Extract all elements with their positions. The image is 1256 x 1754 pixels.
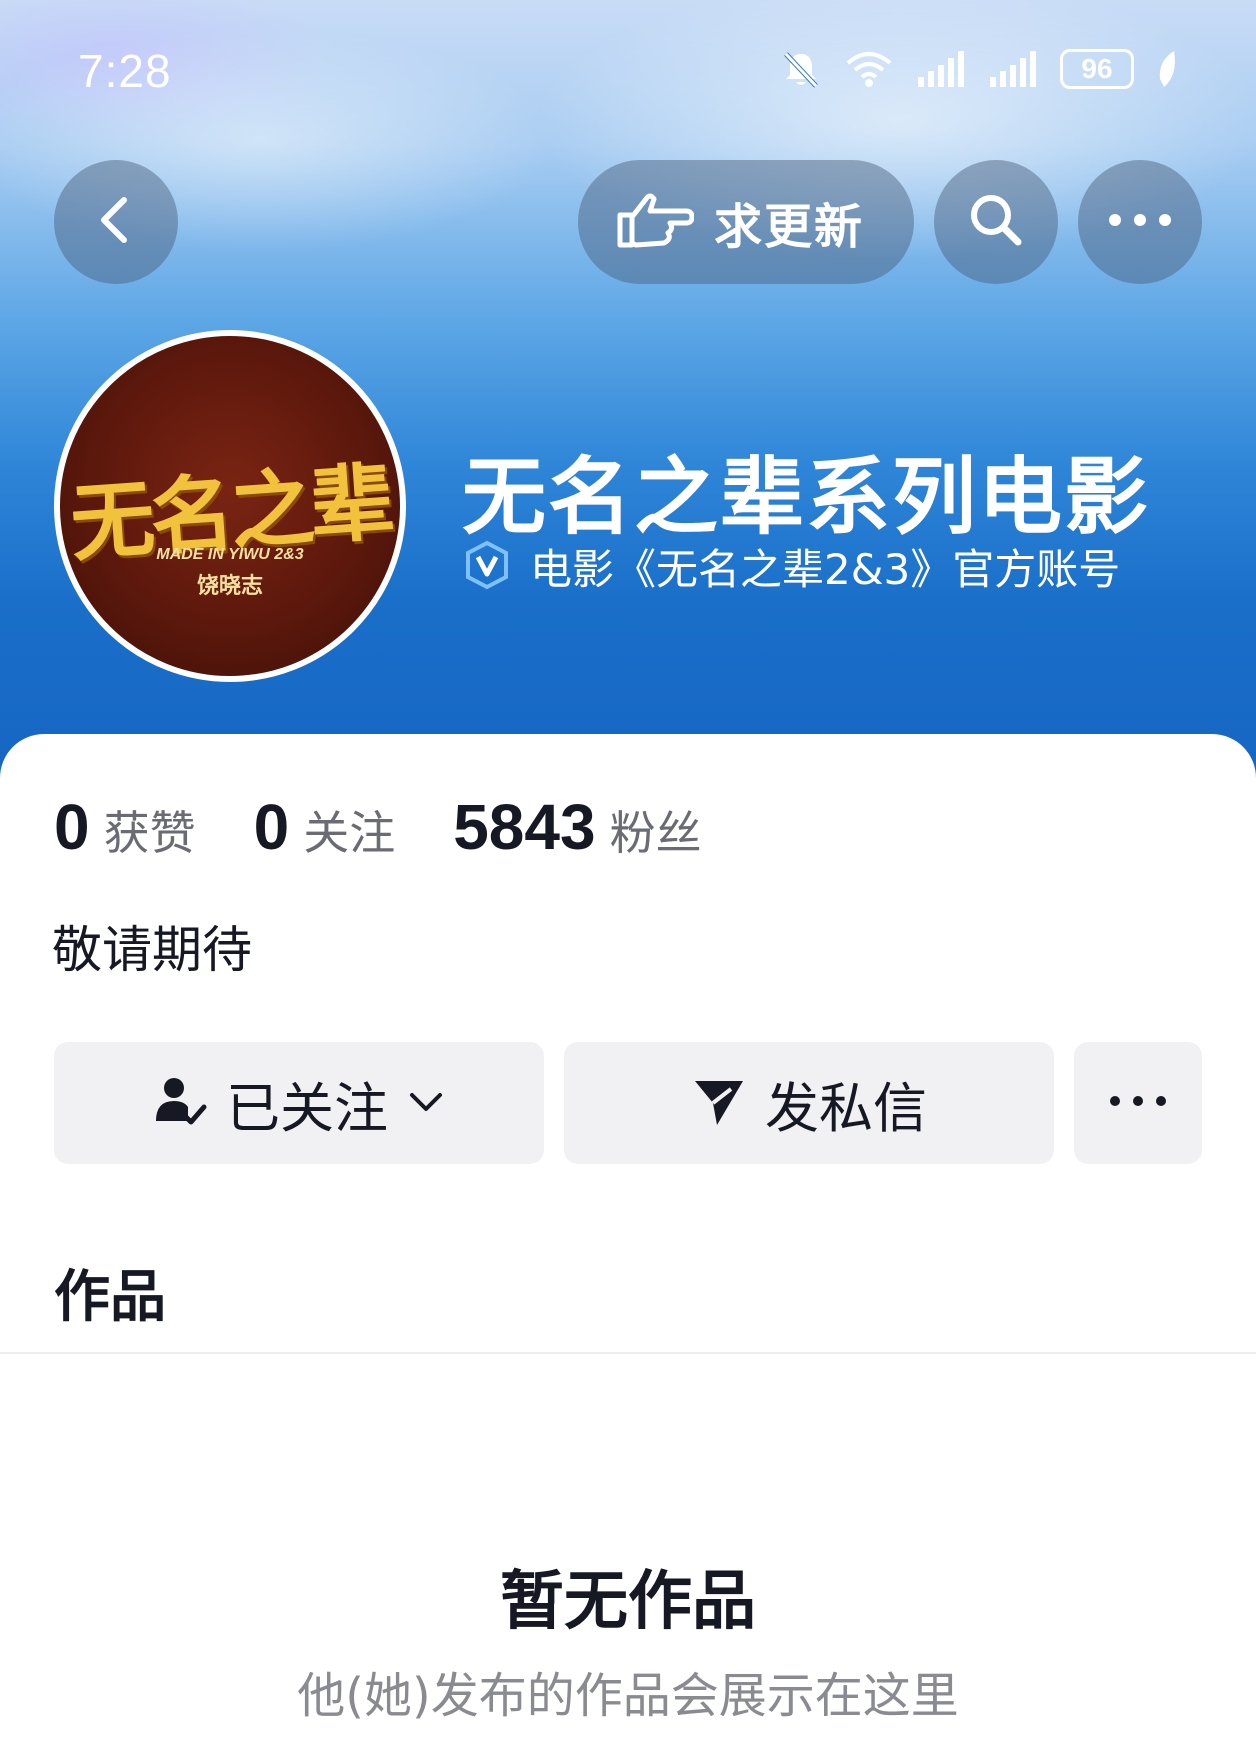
user-check-icon bbox=[152, 1073, 208, 1133]
more-options-button[interactable] bbox=[1078, 160, 1202, 284]
avatar-subtitle: MADE IN YIWU 2&3 bbox=[156, 546, 304, 563]
verification-label: 电影《无名之辈2&3》官方账号 bbox=[530, 545, 1121, 594]
hand-pointing-icon bbox=[614, 185, 695, 259]
back-button[interactable] bbox=[54, 160, 178, 284]
stat-label: 关注 bbox=[303, 806, 396, 860]
signal-icon bbox=[916, 49, 966, 89]
search-icon bbox=[964, 188, 1028, 256]
stat-value: 0 bbox=[253, 791, 290, 863]
profile-bio: 敬请期待 bbox=[52, 921, 252, 979]
battery-icon: 96 bbox=[1060, 49, 1134, 89]
stats-row: 0 获赞 0 关注 5843 粉丝 bbox=[54, 790, 760, 864]
more-horizontal-icon bbox=[1105, 210, 1175, 234]
stat-value: 5843 bbox=[453, 791, 596, 863]
stat-following[interactable]: 0 关注 bbox=[254, 790, 396, 864]
verified-v-icon bbox=[462, 540, 512, 594]
wifi-icon bbox=[844, 49, 894, 89]
profile-name: 无名之辈系列电影 bbox=[462, 448, 1151, 546]
send-icon bbox=[691, 1073, 747, 1133]
following-label: 已关注 bbox=[226, 1076, 388, 1140]
stat-followers[interactable]: 5843 粉丝 bbox=[453, 790, 701, 864]
action-row: 已关注 发私信 bbox=[54, 1042, 1202, 1164]
stat-label: 粉丝 bbox=[609, 806, 702, 860]
more-horizontal-icon bbox=[1107, 1093, 1169, 1113]
divider bbox=[0, 1352, 1256, 1354]
request-update-label: 求更新 bbox=[714, 199, 865, 255]
following-button[interactable]: 已关注 bbox=[54, 1042, 544, 1164]
empty-state-description: 他(她)发布的作品会展示在这里 bbox=[297, 1668, 959, 1724]
stat-likes[interactable]: 0 获赞 bbox=[54, 790, 196, 864]
bell-muted-icon bbox=[780, 48, 822, 90]
avatar[interactable]: 无名之辈 MADE IN YIWU 2&3 饶晓志 bbox=[54, 330, 406, 682]
avatar-director: 饶晓志 bbox=[196, 574, 263, 599]
send-message-button[interactable]: 发私信 bbox=[564, 1042, 1054, 1164]
request-update-button[interactable]: 求更新 bbox=[578, 160, 914, 284]
status-time: 7:28 bbox=[78, 45, 172, 97]
stat-label: 获赞 bbox=[103, 806, 196, 860]
leaf-icon bbox=[1156, 49, 1178, 89]
search-button[interactable] bbox=[934, 160, 1058, 284]
status-icons: 96 bbox=[780, 48, 1178, 90]
tab-works[interactable]: 作品 bbox=[54, 1252, 166, 1333]
more-actions-button[interactable] bbox=[1074, 1042, 1202, 1164]
stat-value: 0 bbox=[54, 791, 90, 863]
send-message-label: 发私信 bbox=[765, 1076, 927, 1140]
verification-row: 电影《无名之辈2&3》官方账号 bbox=[462, 536, 1120, 597]
empty-state-title: 暂无作品 bbox=[500, 1565, 756, 1639]
chevron-down-icon bbox=[406, 1081, 446, 1125]
chevron-left-icon bbox=[86, 190, 146, 254]
signal-icon bbox=[988, 49, 1038, 89]
